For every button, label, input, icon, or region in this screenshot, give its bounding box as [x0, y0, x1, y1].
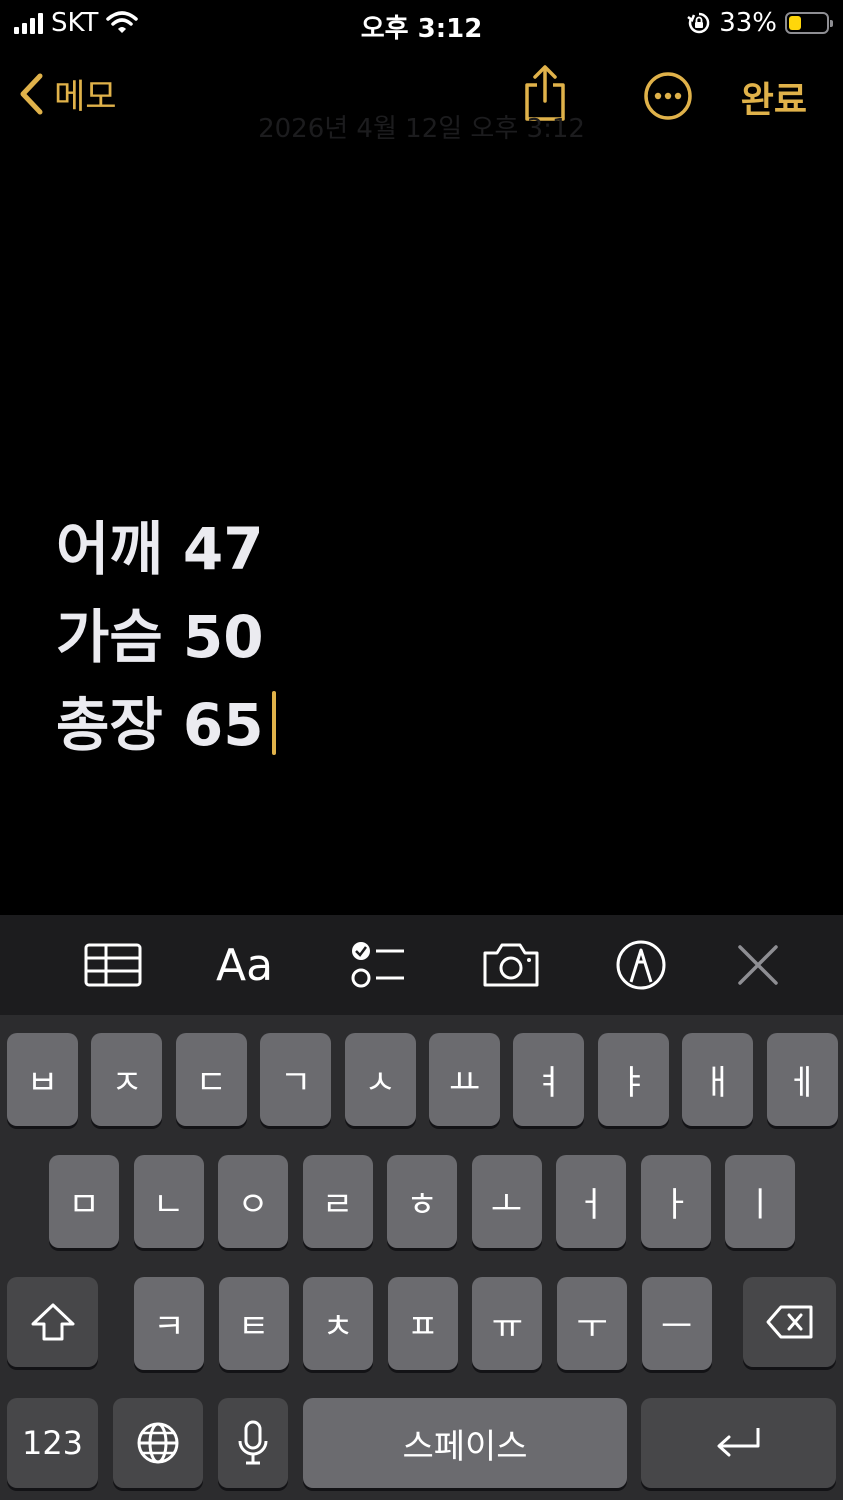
checklist-icon — [351, 942, 404, 988]
shift-icon — [31, 1303, 74, 1341]
table-icon — [84, 943, 142, 987]
close-icon — [738, 945, 778, 985]
key-row3-0[interactable]: ㅋ — [134, 1277, 204, 1370]
key-row1-6[interactable]: ㅕ — [513, 1033, 585, 1126]
globe-key[interactable] — [113, 1398, 203, 1488]
status-right: 33% — [687, 8, 833, 38]
battery-icon — [785, 12, 833, 34]
note-date: 2026년 4월 12일 오후 3:12 — [258, 114, 585, 144]
key-row1-3[interactable]: ㄱ — [260, 1033, 332, 1126]
key-row1-8[interactable]: ㅐ — [682, 1033, 754, 1126]
numbers-key[interactable]: 123 — [7, 1398, 98, 1488]
return-icon — [717, 1428, 759, 1457]
note-line-3: 총장 65 — [56, 681, 796, 769]
key-row2-0[interactable]: ㅁ — [49, 1155, 119, 1248]
note-line-1: 어깨 47 — [56, 515, 264, 583]
camera-button[interactable] — [481, 937, 541, 993]
key-row1-9[interactable]: ㅔ — [766, 1033, 838, 1126]
key-row1-5[interactable]: ㅛ — [429, 1033, 500, 1126]
key-row1-4[interactable]: ㅅ — [344, 1033, 416, 1126]
key-row3-2[interactable]: ㅊ — [303, 1277, 374, 1370]
table-button[interactable] — [84, 937, 142, 993]
checklist-button[interactable] — [350, 937, 406, 993]
text-format-button[interactable]: Aa — [216, 937, 273, 993]
orientation-lock-icon — [687, 12, 710, 34]
key-row3-6[interactable]: ㅡ — [641, 1277, 712, 1370]
key-row1-0[interactable]: ㅂ — [7, 1033, 78, 1126]
key-row3-5[interactable]: ㅜ — [557, 1277, 627, 1370]
shift-key[interactable] — [7, 1277, 98, 1367]
key-row1-1[interactable]: ㅈ — [91, 1033, 163, 1126]
key-row1-7[interactable]: ㅑ — [597, 1033, 669, 1126]
keyboard: 123 스페이스 ㅂㅈㄷㄱㅅㅛㅕㅑㅐㅔㅁㄴㅇㄹㅎㅗㅓㅏㅣㅋㅌㅊㅍㅠㅜㅡ — [0, 1015, 843, 1500]
status-bar: SKT 오후 3:12 33% — [0, 0, 843, 48]
note-body[interactable]: 어깨 47 가슴 50 총장 65 — [56, 505, 796, 769]
key-row2-4[interactable]: ㅎ — [387, 1155, 457, 1248]
backspace-key[interactable] — [743, 1277, 836, 1367]
note-line-2: 가슴 50 — [56, 603, 264, 671]
text-cursor — [271, 691, 276, 755]
key-row2-5[interactable]: ㅗ — [471, 1155, 542, 1248]
return-key[interactable] — [641, 1398, 836, 1488]
key-row1-2[interactable]: ㄷ — [175, 1033, 247, 1126]
text-format-icon: Aa — [216, 939, 274, 991]
key-row2-6[interactable]: ㅓ — [556, 1155, 626, 1248]
key-row2-7[interactable]: ㅏ — [640, 1155, 711, 1248]
dictation-key[interactable] — [218, 1398, 288, 1488]
backspace-icon — [766, 1305, 812, 1339]
key-row2-8[interactable]: ㅣ — [725, 1155, 795, 1248]
space-key[interactable]: 스페이스 — [303, 1398, 627, 1488]
markup-button[interactable] — [614, 937, 668, 993]
key-row2-2[interactable]: ㅇ — [218, 1155, 288, 1248]
camera-icon — [483, 943, 539, 987]
battery-fill — [789, 16, 801, 30]
key-row3-1[interactable]: ㅌ — [218, 1277, 289, 1370]
format-toolbar: Aa — [0, 915, 843, 1015]
battery-percent: 33% — [719, 8, 777, 38]
globe-icon — [137, 1422, 179, 1464]
markup-icon — [616, 940, 666, 990]
key-row2-3[interactable]: ㄹ — [302, 1155, 373, 1248]
close-toolbar-button[interactable] — [736, 937, 780, 993]
note-line-3-text: 총장 65 — [56, 691, 264, 759]
microphone-icon — [238, 1420, 268, 1465]
key-row3-3[interactable]: ㅍ — [387, 1277, 458, 1370]
key-row3-4[interactable]: ㅠ — [472, 1277, 543, 1370]
key-row2-1[interactable]: ㄴ — [133, 1155, 204, 1248]
